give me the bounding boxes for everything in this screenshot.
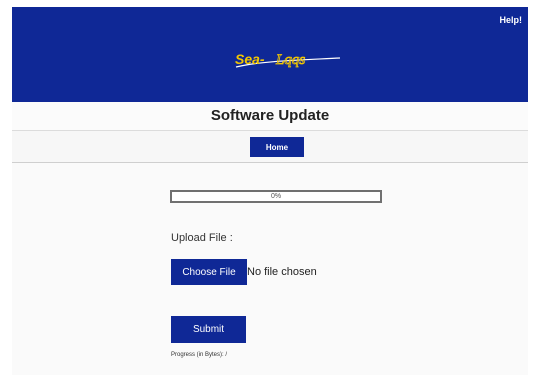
submit-button[interactable]: Submit: [171, 316, 246, 343]
help-link[interactable]: Help!: [500, 15, 523, 25]
sea-lqqs-logo: Sea- Lqqs: [235, 51, 341, 68]
svg-text:Sea-: Sea-: [235, 51, 265, 67]
header-banner: Help! Sea- Lqqs: [12, 7, 528, 102]
home-button[interactable]: Home: [250, 137, 304, 157]
file-status: No file chosen: [247, 266, 317, 278]
svg-text:Lqqs: Lqqs: [275, 52, 305, 68]
page-title: Software Update: [210, 107, 330, 124]
upload-file-label: Upload File :: [171, 232, 233, 244]
title-band: Software Update: [12, 102, 528, 131]
progress-percent: 0%: [270, 193, 282, 200]
progress-bytes-label: Progress (in Bytes): /: [171, 352, 228, 358]
choose-file-button[interactable]: Choose File: [171, 259, 247, 285]
upload-content: 0% Upload File : Choose File No file cho…: [12, 163, 528, 375]
navigation-bar: Home: [12, 131, 528, 163]
upload-progress-bar: 0%: [170, 190, 382, 203]
software-update-page: Help! Sea- Lqqs Software Update Home 0% …: [0, 0, 534, 375]
